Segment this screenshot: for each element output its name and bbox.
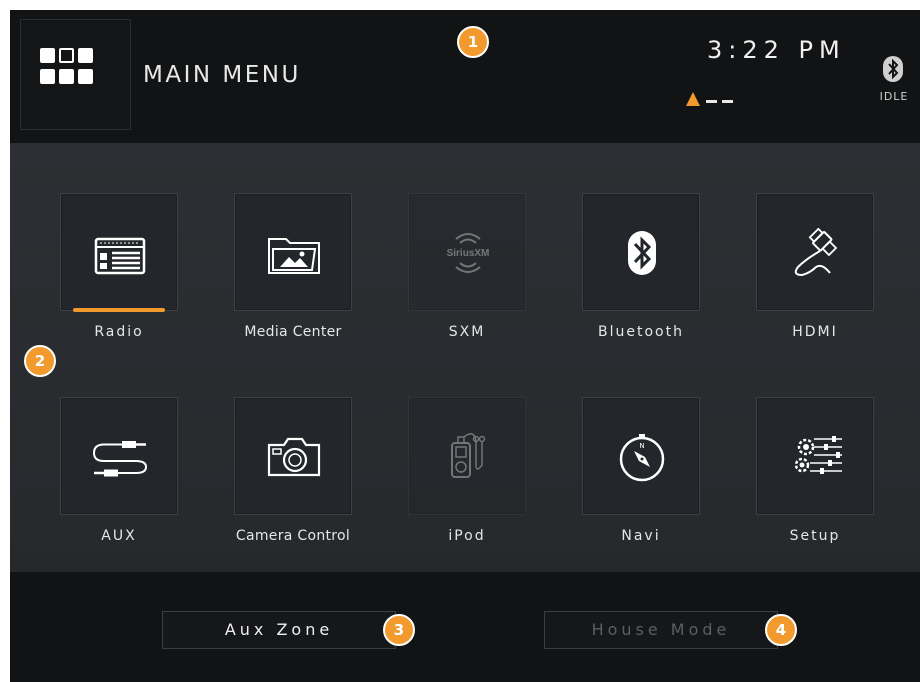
- tile-label-navi: Navi: [621, 528, 661, 544]
- tile-sxm: SiriusXM: [408, 193, 526, 311]
- tile-label-media-center: Media Center: [244, 324, 342, 340]
- house-mode-button: House Mode: [544, 611, 778, 649]
- tile-ipod: [408, 397, 526, 515]
- tile-aux[interactable]: [60, 397, 178, 515]
- ipod-icon: [451, 433, 486, 478]
- selected-indicator: [73, 308, 165, 312]
- radio-icon: [94, 237, 146, 275]
- callout-badge-3: 3: [383, 614, 415, 646]
- tile-label-bluetooth: Bluetooth: [598, 324, 684, 340]
- callout-badge-4: 4: [765, 614, 797, 646]
- aux-zone-button[interactable]: Aux Zone: [162, 611, 396, 649]
- source-grid: Radio Media Center SiriusXM SXM Bluetoot…: [10, 143, 920, 572]
- menu-grid-icon[interactable]: [40, 48, 94, 85]
- tile-label-setup: Setup: [789, 528, 841, 544]
- tile-camera-control[interactable]: [234, 397, 352, 515]
- heading-arrow-icon: [686, 92, 700, 106]
- tile-media-center[interactable]: [234, 193, 352, 311]
- clock: 3:22 PM: [707, 36, 846, 64]
- siriusxm-logo-text: SiriusXM: [447, 248, 490, 259]
- bluetooth-status: IDLE: [874, 56, 916, 116]
- camera-icon: [267, 437, 321, 477]
- bluetooth-icon: [628, 231, 656, 275]
- heading-dash: [706, 100, 717, 103]
- head-unit-screen: MAIN MENU 3:22 PM IDLE Radio Media Cente…: [10, 10, 920, 682]
- callout-badge-1: 1: [457, 26, 489, 58]
- hdmi-cable-icon: [794, 227, 838, 277]
- compass-north-label: N: [639, 442, 644, 450]
- bluetooth-status-icon: [883, 56, 903, 82]
- siriusxm-icon: SiriusXM: [447, 233, 490, 273]
- tile-label-ipod: iPod: [448, 528, 486, 544]
- callout-badge-2: 2: [24, 345, 56, 377]
- tile-label-camera-control: Camera Control: [235, 528, 351, 544]
- settings-sliders-icon: [794, 436, 842, 474]
- tile-label-hdmi: HDMI: [792, 324, 838, 340]
- aux-cable-icon: [92, 441, 148, 477]
- tile-radio[interactable]: [60, 193, 178, 312]
- tile-label-sxm: SXM: [448, 324, 486, 340]
- compass-icon: N: [619, 434, 665, 482]
- tile-navi[interactable]: N: [582, 397, 700, 515]
- bluetooth-status-label: IDLE: [879, 90, 909, 103]
- page-title: MAIN MENU: [143, 62, 301, 88]
- heading-dash: [722, 100, 733, 103]
- tile-setup[interactable]: [756, 397, 874, 515]
- folder-image-icon: [268, 238, 320, 274]
- tile-label-radio: Radio: [94, 324, 144, 340]
- tile-bluetooth[interactable]: [582, 193, 700, 311]
- tile-hdmi[interactable]: [756, 193, 874, 311]
- tile-label-aux: AUX: [101, 528, 137, 544]
